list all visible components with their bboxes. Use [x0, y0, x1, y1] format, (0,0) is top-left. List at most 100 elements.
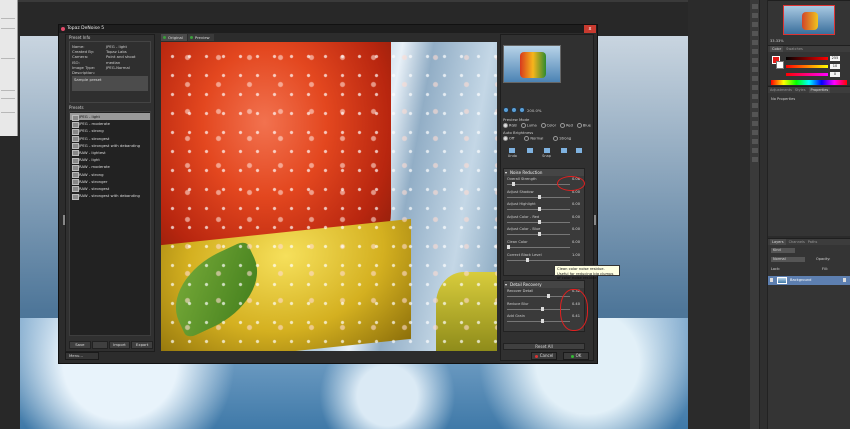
preset-list: JPEG - light JPEG - moderate JPEG - stro…: [69, 111, 151, 336]
help-icon: [576, 148, 583, 153]
snap-button[interactable]: Snap: [542, 148, 551, 158]
red-value[interactable]: 255: [830, 56, 840, 61]
preset-item[interactable]: JPEG - strongest: [70, 135, 150, 143]
slider-handle[interactable]: [538, 219, 541, 224]
preset-item[interactable]: RAW - strong: [70, 171, 150, 179]
radio-red[interactable]: Red: [560, 123, 573, 128]
camera-icon: [543, 148, 550, 153]
close-button[interactable]: x: [584, 25, 596, 33]
slider-value[interactable]: 0.00: [572, 215, 580, 219]
layer-kind-filter[interactable]: Kind: [771, 248, 795, 253]
description-field[interactable]: Sample preset: [72, 76, 148, 92]
slider-value[interactable]: 0.00: [572, 202, 580, 206]
redo-button[interactable]: [526, 148, 533, 158]
tab-properties[interactable]: Properties: [808, 87, 831, 93]
tab-swatches[interactable]: Swatches: [786, 46, 803, 52]
preset-item[interactable]: RAW - strongest with debanding: [70, 192, 150, 200]
navigator-preview-thumbnail[interactable]: [503, 45, 561, 83]
dialog-title-bar[interactable]: Topaz DeNoise 5 x: [59, 25, 597, 33]
tab-paths[interactable]: Paths: [808, 239, 818, 245]
slider-row[interactable]: Adjust Highlight 0.00: [504, 201, 584, 214]
preset-item[interactable]: JPEG - strongest with debanding: [70, 142, 150, 150]
blue-slider[interactable]: [786, 73, 828, 76]
export-preset-button[interactable]: Export: [131, 341, 154, 349]
slider-row[interactable]: Adjust Color - Red 0.00: [504, 214, 584, 227]
background-color-swatch[interactable]: [776, 61, 784, 69]
slider-handle[interactable]: [541, 306, 545, 311]
eye-icon[interactable]: [770, 278, 773, 282]
preview-image[interactable]: [161, 42, 497, 351]
slider-handle[interactable]: [541, 319, 545, 324]
undo-button[interactable]: Undo: [508, 148, 517, 158]
menu-button[interactable]: Menu...: [65, 352, 99, 360]
radio-strong[interactable]: Strong: [553, 136, 571, 141]
zoom-in-icon[interactable]: [511, 107, 517, 113]
radio-normal[interactable]: Normal: [524, 136, 543, 141]
help-button[interactable]: [576, 148, 583, 158]
preset-item[interactable]: RAW - moderate: [70, 163, 150, 172]
navigator-thumbnail[interactable]: [783, 5, 835, 35]
radio-rgb[interactable]: RGB: [503, 123, 517, 128]
blue-value[interactable]: 0: [830, 72, 840, 77]
slider-handle[interactable]: [547, 294, 551, 298]
import-preset-button[interactable]: Import: [108, 341, 131, 349]
slider-handle[interactable]: [507, 244, 510, 249]
tab-adjustments[interactable]: Adjustments: [770, 87, 792, 93]
preset-item[interactable]: RAW - strongest: [70, 185, 150, 193]
noise-reduction-header[interactable]: Noise Reduction: [504, 169, 584, 176]
layer-row-background[interactable]: Background: [768, 276, 850, 285]
no-properties-text: No Properties: [771, 97, 796, 101]
reset-all-button[interactable]: Reset All: [503, 343, 585, 350]
slider-row[interactable]: Correct Black Level 1.00: [504, 252, 584, 265]
ok-button[interactable]: OK: [563, 352, 589, 360]
cancel-button[interactable]: Cancel: [531, 352, 557, 360]
slider-handle[interactable]: [538, 207, 541, 212]
slider-track[interactable]: [507, 321, 570, 323]
preset-item[interactable]: RAW - lightest: [70, 149, 150, 157]
slider-value[interactable]: 0.00: [572, 240, 580, 244]
color-spectrum-bar[interactable]: [771, 80, 847, 85]
radio-luma[interactable]: Luma: [521, 123, 537, 128]
green-slider[interactable]: [786, 65, 828, 68]
tab-channels[interactable]: Channels: [789, 239, 805, 245]
zoom-out-icon[interactable]: [519, 107, 525, 113]
preset-item[interactable]: JPEG - light: [70, 113, 150, 121]
slider-handle[interactable]: [538, 194, 541, 199]
slider-value[interactable]: 0.00: [572, 227, 580, 231]
slider-handle[interactable]: [525, 257, 529, 262]
slider-row[interactable]: Adjust Color - Blue 0.00: [504, 226, 584, 239]
tab-color[interactable]: Color: [770, 46, 784, 52]
slider-label: Correct Black Level: [507, 252, 542, 257]
blank-preset-button[interactable]: [91, 341, 108, 349]
radio-blue[interactable]: Blue: [577, 123, 591, 128]
slider-track[interactable]: [507, 296, 570, 297]
preset-item[interactable]: RAW - light: [70, 156, 150, 164]
compare-button[interactable]: [560, 148, 567, 158]
blend-mode-select[interactable]: Normal: [771, 257, 805, 262]
preset-item[interactable]: JPEG - moderate: [70, 120, 150, 128]
tab-original[interactable]: Original: [161, 34, 187, 41]
tab-preview[interactable]: Preview: [187, 34, 214, 41]
preset-item[interactable]: JPEG - strong: [70, 127, 150, 136]
detail-recovery-header[interactable]: Detail Recovery: [504, 281, 584, 288]
right-collapse-handle[interactable]: [594, 215, 596, 225]
preset-item[interactable]: RAW - stronger: [70, 178, 150, 186]
slider-handle[interactable]: [538, 232, 541, 237]
slider-track[interactable]: [507, 259, 570, 261]
slider-value[interactable]: 1.00: [572, 253, 580, 257]
slider-label: Overall Strength: [507, 177, 537, 181]
slider-handle[interactable]: [511, 182, 515, 186]
radio-color[interactable]: Color: [541, 123, 556, 128]
green-value[interactable]: 10: [830, 64, 840, 69]
tab-styles[interactable]: Styles: [795, 87, 806, 93]
slider-row[interactable]: Clean Color 0.00: [504, 239, 584, 252]
slider-label: Recover Detail: [507, 289, 534, 293]
save-preset-button[interactable]: Save: [69, 341, 91, 349]
zoom-fit-icon[interactable]: [503, 107, 509, 113]
radio-off[interactable]: Off: [503, 136, 514, 141]
red-slider[interactable]: [786, 57, 828, 60]
left-collapse-handle[interactable]: [63, 215, 65, 225]
tab-layers[interactable]: Layers: [770, 239, 786, 245]
slider-label: Adjust Shadow: [507, 189, 534, 194]
slider-track[interactable]: [507, 246, 570, 248]
